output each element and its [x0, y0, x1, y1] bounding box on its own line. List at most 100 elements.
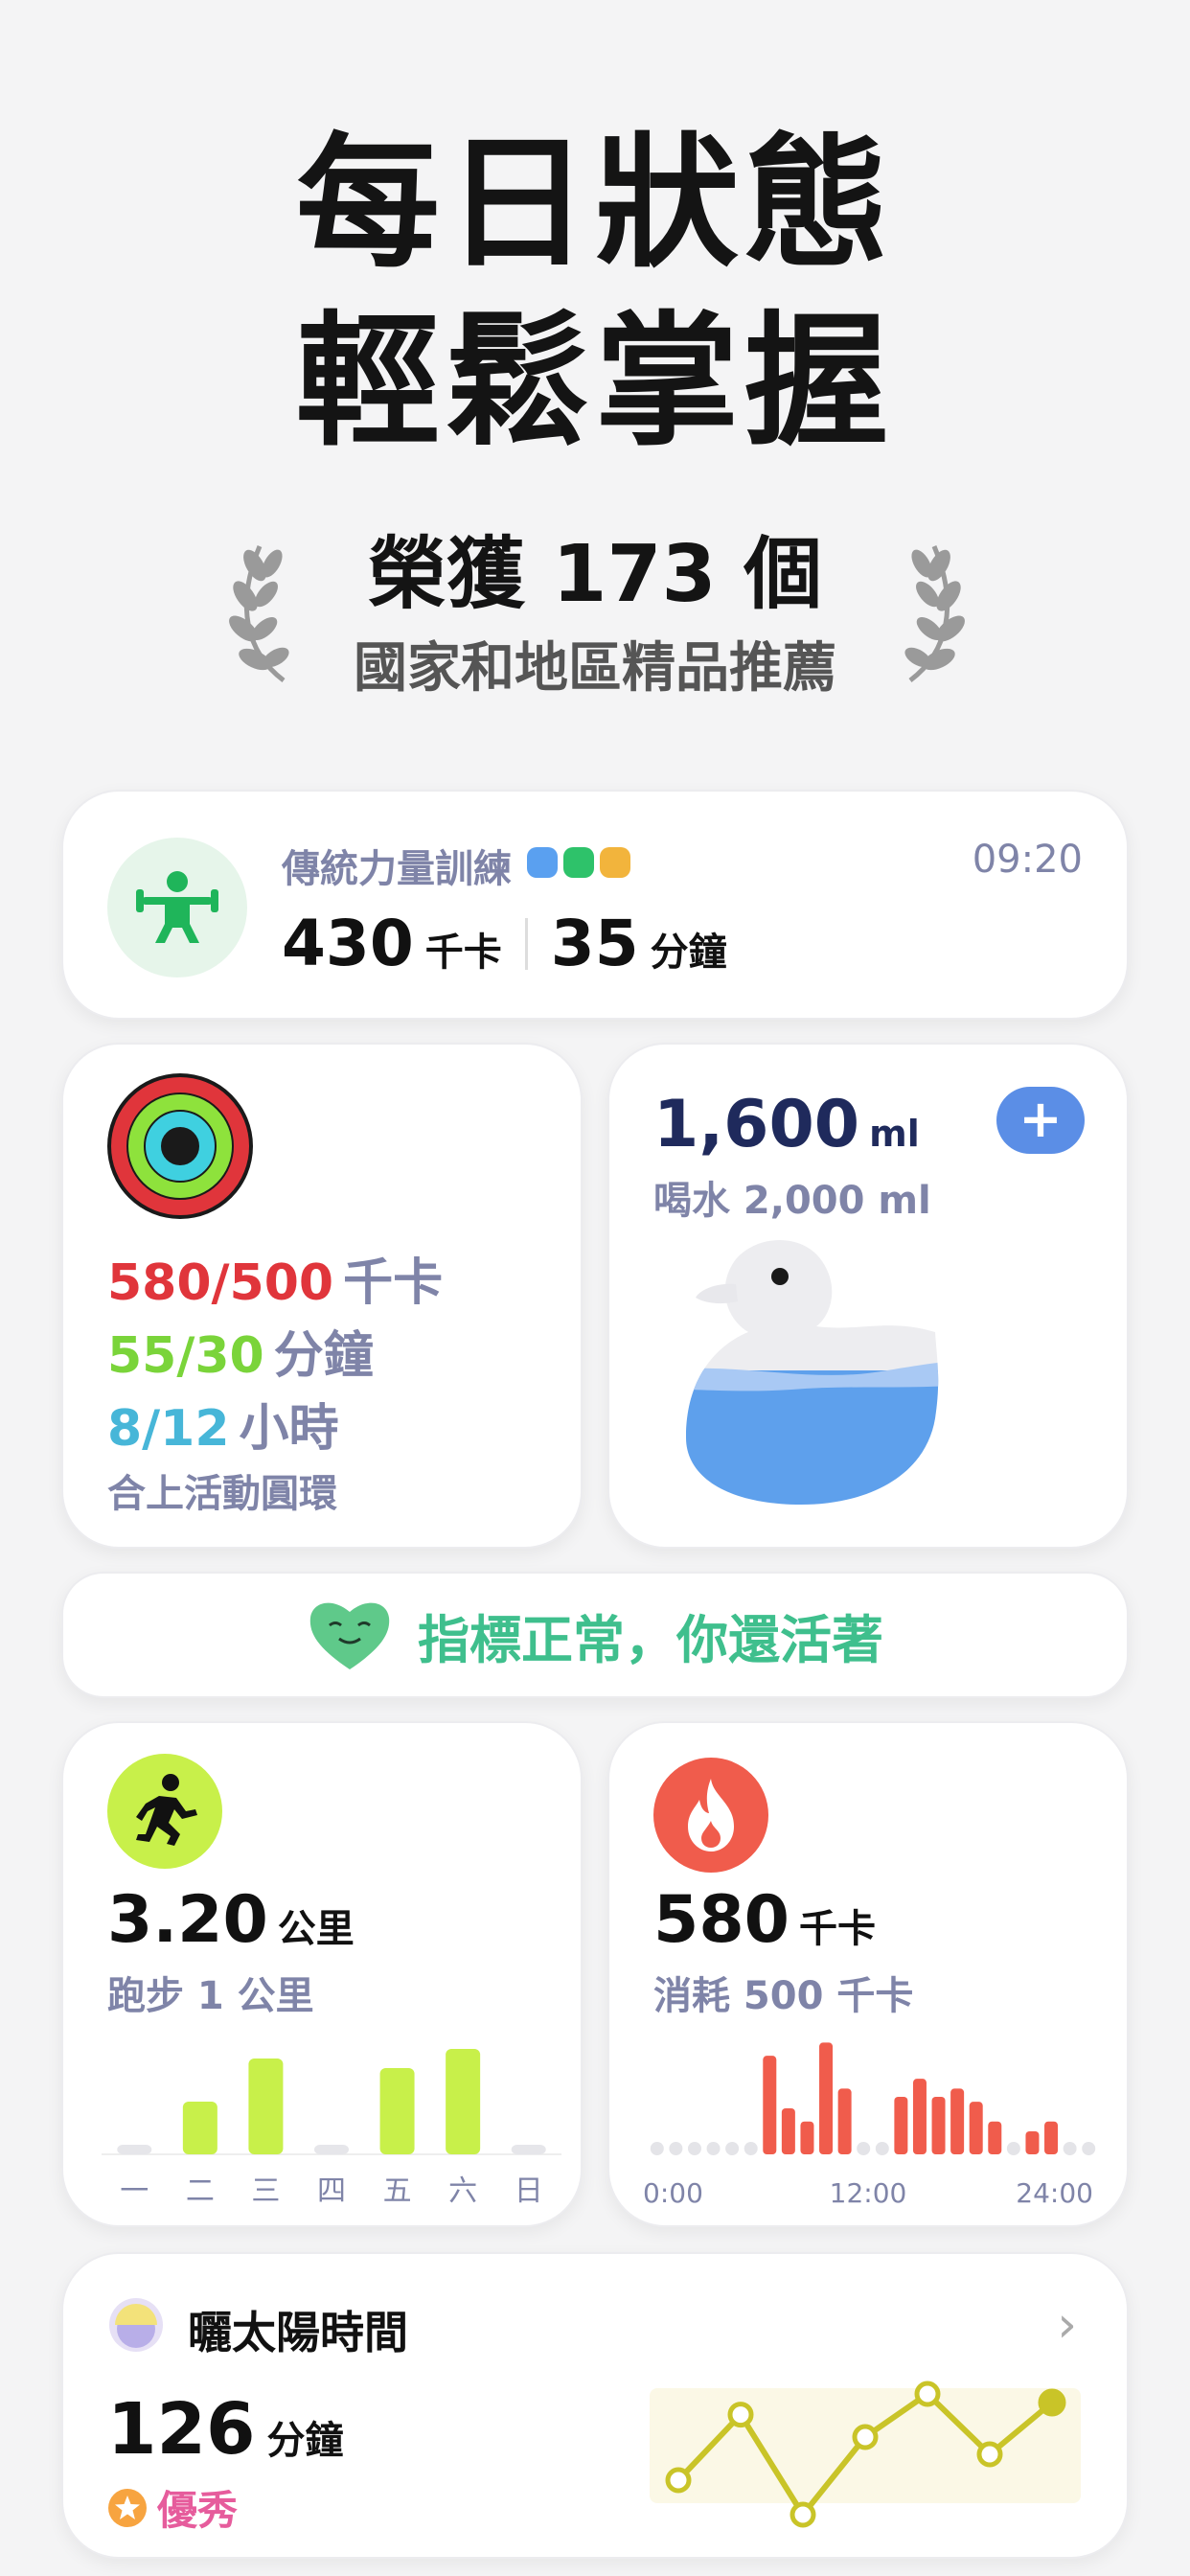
- hour-bar-6: [763, 2056, 777, 2154]
- stand-unit: 小時: [239, 1400, 339, 1458]
- sunlight-value-row: 126 分鐘: [107, 2388, 343, 2471]
- status-inner: 指標正常，你還活著: [63, 1574, 1127, 1696]
- hour-bar-18: [988, 2121, 1002, 2154]
- running-unit: 公里: [277, 1907, 355, 1951]
- day-label: 日: [515, 2174, 543, 2208]
- trend-point-7: [1038, 2388, 1066, 2417]
- hour-bar-21: [1044, 2121, 1059, 2154]
- calorie-card[interactable]: 580 千卡 消耗 500 千卡 0:00 12:00 24:00: [607, 1721, 1129, 2227]
- sunlight-badge: 優秀: [107, 2478, 238, 2537]
- bar-2: [182, 2102, 217, 2154]
- day-label: 四: [317, 2174, 346, 2208]
- trend-point-5: [914, 2380, 941, 2407]
- bar-4: [314, 2145, 349, 2154]
- hour-dot-3: [706, 2142, 721, 2155]
- hour-bar-8: [800, 2121, 814, 2154]
- water-unit: ml: [869, 1113, 920, 1155]
- status-banner[interactable]: 指標正常，你還活著: [61, 1572, 1129, 1698]
- stand-value: 8/12: [107, 1400, 230, 1458]
- hour-bar-20: [1025, 2131, 1040, 2154]
- trend-point-3: [790, 2501, 816, 2528]
- sunlight-badge-label: 優秀: [157, 2487, 239, 2534]
- exercise-line: 55/30 分鐘: [107, 1315, 374, 1387]
- activity-footer: 合上活動圓環: [107, 1472, 337, 1516]
- calorie-hourly-chart: 0:00 12:00 24:00: [643, 2042, 1096, 2209]
- trend-point-4: [852, 2424, 879, 2450]
- workout-card[interactable]: 傳統力量訓練 09:20 430 千卡 35 分鐘: [61, 790, 1129, 1020]
- activity-card[interactable]: 580/500 千卡 55/30 分鐘 8/12 小時 合上活動圓環: [61, 1043, 583, 1549]
- time-label: 12:00: [830, 2177, 907, 2209]
- calorie-value-row: 580 千卡: [653, 1882, 876, 1958]
- hero-line-2: 輕鬆掌握: [295, 299, 894, 466]
- sunlight-value: 126: [107, 2388, 256, 2471]
- sunlight-unit: 分鐘: [266, 2419, 344, 2463]
- day-label: 五: [383, 2174, 412, 2208]
- running-value: 3.20: [107, 1882, 268, 1958]
- hour-dot-23: [1082, 2142, 1096, 2155]
- water-value-row: 1,600 ml: [653, 1087, 920, 1162]
- move-value: 580/500: [107, 1254, 334, 1312]
- hour-bar-7: [781, 2108, 795, 2154]
- workout-title: 傳統力量訓練: [282, 847, 512, 891]
- workout-calories: 430: [282, 907, 414, 980]
- hour-bar-17: [969, 2102, 983, 2154]
- hour-dot-22: [1063, 2142, 1077, 2155]
- bar-6: [446, 2049, 481, 2154]
- bar-1: [117, 2145, 152, 2154]
- hour-dot-1: [669, 2142, 683, 2155]
- divider: [524, 917, 528, 970]
- sunlight-title: 曬太陽時間: [188, 2307, 408, 2358]
- sunlight-card[interactable]: 曬太陽時間 › 126 分鐘 優秀: [61, 2252, 1129, 2559]
- running-weekly-chart: 一二三四五六日: [102, 2049, 561, 2208]
- trend-point-6: [976, 2441, 1003, 2468]
- move-line: 580/500 千卡: [107, 1242, 443, 1314]
- running-goal: 跑步 1 公里: [107, 1974, 314, 2018]
- hour-dot-5: [744, 2142, 758, 2155]
- trend-point-2: [727, 2402, 754, 2428]
- chevron-right-icon[interactable]: ›: [1057, 2296, 1077, 2354]
- time-label: 24:00: [1016, 2177, 1093, 2209]
- hour-bar-10: [837, 2088, 852, 2154]
- hour-dot-12: [875, 2142, 889, 2155]
- activity-rings-icon: [107, 1073, 253, 1219]
- hour-dot-19: [1006, 2142, 1020, 2155]
- calorie-value: 580: [653, 1882, 790, 1958]
- award-title: 榮獲 173 個: [367, 529, 823, 620]
- calorie-unit: 千卡: [798, 1907, 876, 1951]
- hour-dot-2: [687, 2142, 701, 2155]
- day-label: 一: [120, 2174, 149, 2208]
- stand-line: 8/12 小時: [107, 1388, 339, 1460]
- star-badge-icon: [108, 2488, 147, 2527]
- bar-7: [511, 2145, 546, 2154]
- hour-bar-13: [894, 2097, 908, 2154]
- fire-icon: [653, 1758, 768, 1873]
- sunlight-trend-chart: [650, 2380, 1081, 2528]
- heart-face-icon: [309, 1602, 390, 1669]
- hour-bar-9: [819, 2042, 834, 2154]
- award-subtitle: 國家和地區精品推薦: [354, 637, 836, 700]
- weightlifting-icon: [107, 838, 247, 978]
- bar-5: [379, 2068, 415, 2154]
- hour-bar-16: [950, 2088, 965, 2154]
- water-value: 1,600: [653, 1087, 860, 1162]
- workout-minutes-unit: 分鐘: [650, 931, 727, 975]
- award-block: 榮獲 173 個 國家和地區精品推薦: [0, 525, 1190, 707]
- running-icon: [107, 1754, 222, 1869]
- duck-icon: [686, 1240, 939, 1505]
- hour-bar-14: [912, 2079, 927, 2154]
- time-label: 0:00: [643, 2177, 703, 2209]
- day-label: 三: [251, 2174, 280, 2208]
- hero-line-1: 每日狀態: [295, 121, 894, 288]
- hour-dot-4: [725, 2142, 740, 2155]
- hour-bar-15: [931, 2097, 946, 2154]
- trend-point-1: [665, 2467, 692, 2494]
- hour-dot-11: [857, 2142, 871, 2155]
- calorie-goal: 消耗 500 千卡: [653, 1974, 914, 2018]
- running-value-row: 3.20 公里: [107, 1882, 355, 1958]
- workout-stats: 430 千卡 35 分鐘: [282, 907, 727, 980]
- add-water-button[interactable]: +: [996, 1087, 1085, 1154]
- water-card[interactable]: 1,600 ml 喝水 2,000 ml +: [607, 1043, 1129, 1549]
- running-card[interactable]: 3.20 公里 跑步 1 公里 一 二 三 四 五 六 日: [61, 1721, 583, 2227]
- workout-minutes: 35: [550, 907, 639, 980]
- exercise-unit: 分鐘: [273, 1327, 374, 1385]
